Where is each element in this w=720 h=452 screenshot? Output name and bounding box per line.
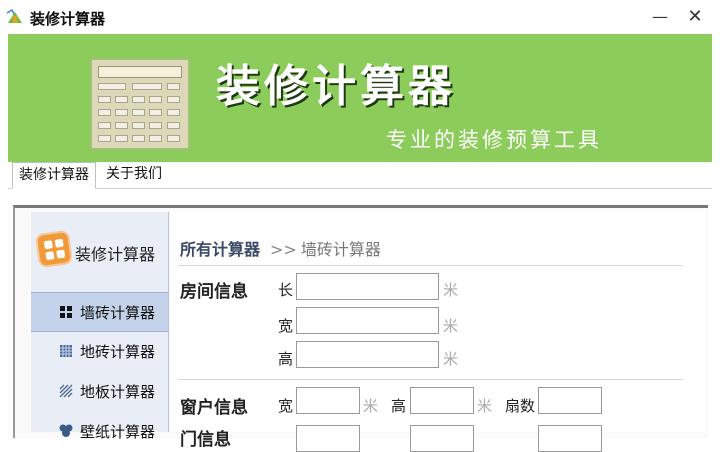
tab-about-us[interactable]: 关于我们 (100, 162, 168, 187)
room-height-label: 高 (278, 350, 294, 368)
room-length-label: 长 (278, 281, 294, 299)
breadcrumb-current: 墙砖计算器 (300, 240, 381, 259)
room-width-unit: 米 (443, 317, 459, 335)
wallpaper-icon (59, 424, 73, 437)
door-height-input[interactable] (410, 425, 474, 452)
window-count-input[interactable] (538, 387, 602, 414)
calculator-panel: 所有计算器 >> 墙砖计算器 房间信息 长 米 宽 米 高 米 窗户信息 宽 米 高… (170, 212, 705, 452)
breadcrumb-separator: >> (270, 240, 297, 259)
window-width-input[interactable] (296, 387, 360, 414)
sidebar-item-wall-tile[interactable]: 墙砖计算器 (31, 292, 168, 332)
room-section-title: 房间信息 (180, 282, 248, 302)
stripes-icon (59, 384, 73, 398)
window-title: 装修计算器 (30, 10, 106, 28)
banner-title: 装修计算器 (216, 61, 456, 112)
sidebar-item-label: 墙砖计算器 (80, 304, 156, 322)
tab-calculator[interactable]: 装修计算器 (12, 162, 96, 189)
window-section-title: 窗户信息 (180, 398, 248, 418)
checker-icon (60, 345, 72, 357)
window-count-label: 扇数 (505, 397, 536, 415)
grid-icon (60, 306, 72, 318)
window-height-label: 高 (391, 397, 407, 415)
breadcrumb: 所有计算器 >> 墙砖计算器 (180, 236, 381, 260)
sidebar-item-label: 地砖计算器 (80, 343, 156, 361)
divider (178, 265, 683, 266)
close-button[interactable]: ✕ (683, 6, 707, 28)
banner-subtitle: 专业的装修预算工具 (386, 128, 602, 152)
title-bar: 装修计算器 — ✕ (0, 0, 720, 34)
divider (178, 379, 683, 380)
room-length-input[interactable] (296, 273, 439, 300)
sidebar-item-wallpaper[interactable]: 壁纸计算器 (31, 412, 168, 450)
sidebar-item-floor-tile[interactable]: 地砖计算器 (31, 332, 168, 370)
room-height-input[interactable] (296, 341, 439, 368)
minimize-button[interactable]: — (648, 6, 672, 28)
door-width-input[interactable] (296, 425, 360, 452)
header-banner: 装修计算器 专业的装修预算工具 (8, 34, 712, 162)
room-width-label: 宽 (278, 317, 294, 335)
breadcrumb-root[interactable]: 所有计算器 (180, 240, 260, 259)
calculator-illustration-icon (91, 59, 189, 149)
room-length-unit: 米 (443, 281, 459, 299)
calculator-app-icon (34, 229, 74, 269)
sidebar-brand: 装修计算器 (75, 245, 156, 264)
door-count-input[interactable] (538, 425, 602, 452)
window-height-input[interactable] (410, 387, 474, 414)
sidebar-item-label: 地板计算器 (80, 383, 156, 401)
sidebar-item-wood-floor[interactable]: 地板计算器 (31, 372, 168, 410)
app-icon (6, 9, 22, 23)
window-width-label: 宽 (278, 397, 294, 415)
room-width-input[interactable] (296, 307, 439, 334)
window-height-unit: 米 (477, 397, 493, 415)
room-height-unit: 米 (443, 350, 459, 368)
sidebar: 装修计算器 墙砖计算器 地砖计算器 地板计算器 壁纸计算器 (31, 212, 169, 441)
window-width-unit: 米 (363, 397, 379, 415)
door-section-title: 门信息 (180, 430, 231, 450)
tab-bar: 装修计算器 关于我们 (8, 162, 712, 189)
